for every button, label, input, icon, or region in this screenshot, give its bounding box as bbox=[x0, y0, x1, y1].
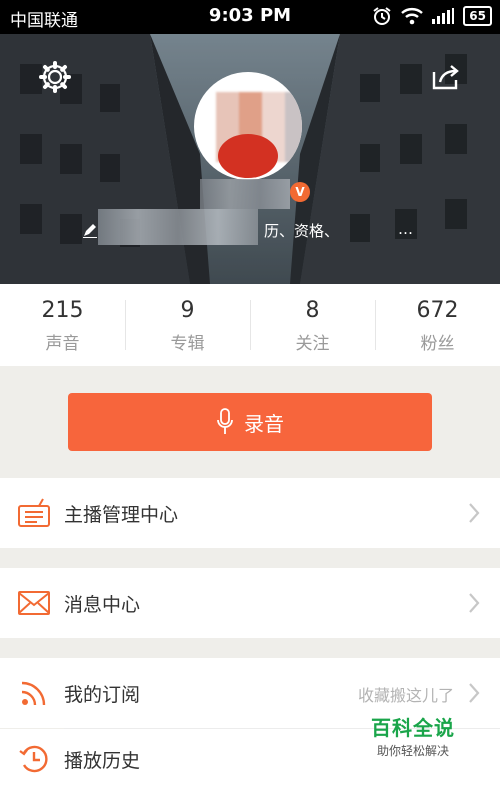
status-icons: 65 bbox=[372, 6, 492, 26]
stat-fans[interactable]: 672 粉丝 bbox=[375, 284, 500, 366]
bio-pixelated bbox=[98, 209, 258, 245]
verified-badge: V bbox=[290, 182, 310, 202]
watermark-title: 百科全说 bbox=[371, 716, 455, 740]
rss-icon bbox=[16, 675, 52, 711]
stats-bar: 215 声音 9 专辑 8 关注 672 粉丝 bbox=[0, 284, 500, 366]
clock-icon bbox=[16, 741, 52, 777]
profile-header: V 历、资格、 … bbox=[0, 34, 500, 284]
menu-item-label: 主播管理中心 bbox=[64, 503, 179, 526]
stat-value: 8 bbox=[305, 298, 320, 323]
stat-value: 215 bbox=[41, 298, 84, 323]
menu-item-label: 消息中心 bbox=[64, 593, 141, 616]
status-bar: 中国联通 9:03 PM 65 bbox=[0, 0, 500, 34]
watermark: 百科全说 助你轻松解决 bbox=[358, 712, 468, 759]
edit-pencil-icon[interactable] bbox=[82, 222, 98, 238]
menu-item-hint: 收藏搬这儿了 bbox=[357, 686, 454, 705]
radio-icon bbox=[16, 495, 52, 531]
stat-sounds[interactable]: 215 声音 bbox=[0, 284, 125, 366]
record-section: 录音 bbox=[0, 366, 500, 478]
chevron-right-icon bbox=[469, 503, 480, 523]
stat-label: 声音 bbox=[45, 334, 80, 354]
stat-following[interactable]: 8 关注 bbox=[250, 284, 375, 366]
avatar-red-shape bbox=[218, 134, 278, 178]
settings-gear-icon[interactable] bbox=[38, 60, 72, 94]
stat-albums[interactable]: 9 专辑 bbox=[125, 284, 250, 366]
stat-value: 9 bbox=[180, 298, 195, 323]
stat-label: 粉丝 bbox=[420, 334, 455, 354]
bio-ellipsis: … bbox=[398, 220, 413, 238]
share-icon[interactable] bbox=[428, 60, 462, 94]
record-button[interactable]: 录音 bbox=[68, 393, 432, 451]
menu-item-message-center[interactable]: 消息中心 bbox=[0, 568, 500, 638]
signal-icon bbox=[432, 8, 455, 24]
stat-label: 专辑 bbox=[170, 334, 205, 354]
bio-text: 历、资格、 bbox=[264, 222, 340, 240]
alarm-icon bbox=[373, 7, 391, 25]
username-pixelated bbox=[200, 179, 290, 209]
wifi-icon bbox=[401, 8, 424, 25]
battery-indicator: 65 bbox=[463, 6, 492, 26]
menu-item-anchor-center[interactable]: 主播管理中心 bbox=[0, 478, 500, 548]
avatar[interactable] bbox=[194, 72, 302, 180]
envelope-icon bbox=[16, 585, 52, 621]
menu-item-label: 我的订阅 bbox=[64, 683, 141, 706]
stat-label: 关注 bbox=[295, 334, 330, 354]
chevron-right-icon bbox=[469, 593, 480, 613]
chevron-right-icon bbox=[469, 683, 480, 703]
microphone-icon bbox=[217, 408, 233, 434]
menu-item-label: 播放历史 bbox=[64, 749, 141, 772]
stat-value: 672 bbox=[416, 298, 459, 323]
watermark-subtitle: 助你轻松解决 bbox=[376, 744, 449, 758]
record-button-label: 录音 bbox=[244, 411, 284, 436]
